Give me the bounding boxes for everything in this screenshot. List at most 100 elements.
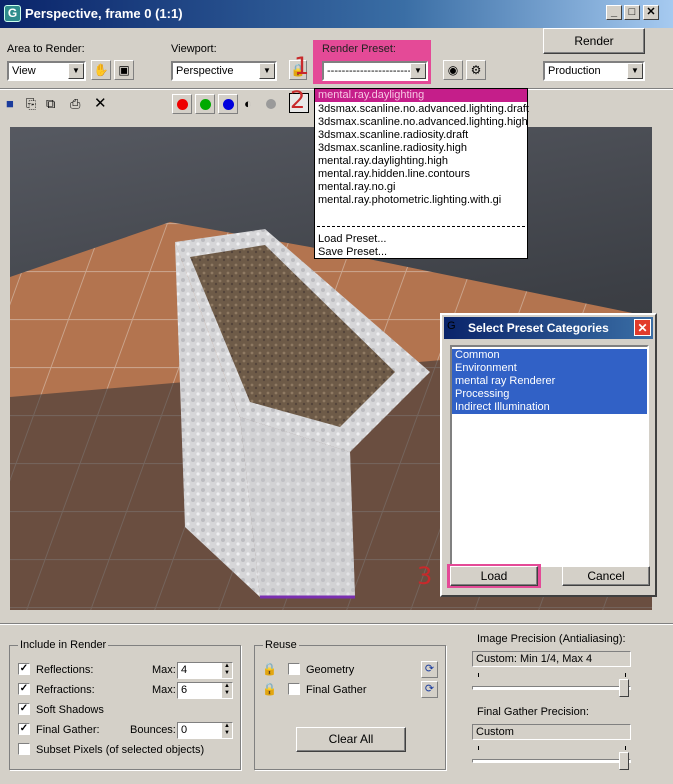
area-to-render-select[interactable]: View ▼ bbox=[7, 61, 86, 81]
region-hand-icon[interactable]: ✋ bbox=[91, 60, 111, 80]
render-preset-dropdown[interactable]: mental.ray.daylighting 3dsmax.scanline.n… bbox=[314, 88, 529, 259]
select-preset-categories-dialog: G Select Preset Categories ✕ Common Envi… bbox=[440, 313, 657, 597]
panel-divider bbox=[0, 623, 673, 625]
render-preset-label: Render Preset: bbox=[322, 43, 396, 55]
dialog-close-icon[interactable]: ✕ bbox=[634, 319, 651, 336]
clone-frame-icon[interactable]: ⧉ bbox=[46, 97, 55, 111]
green-channel-toggle[interactable] bbox=[195, 94, 215, 114]
geometry-checkbox[interactable] bbox=[288, 663, 300, 675]
final-gather-precision-ticks bbox=[478, 746, 626, 750]
refractions-max-spinner[interactable]: 6 ▲ ▼ bbox=[177, 682, 233, 699]
production-value: Production bbox=[548, 65, 601, 77]
close-button[interactable]: ✕ bbox=[643, 5, 659, 20]
geometry-label: Geometry bbox=[306, 664, 355, 676]
refresh-geometry-icon[interactable]: ⟳ bbox=[421, 661, 438, 678]
categories-list[interactable]: Common Environment mental ray Renderer P… bbox=[450, 345, 649, 567]
spinner-arrows-icon: ▲ ▼ bbox=[222, 723, 232, 738]
render-button[interactable]: Render bbox=[543, 28, 645, 54]
image-precision-slider-thumb[interactable] bbox=[619, 679, 629, 697]
image-precision-field[interactable]: Custom: Min 1/4, Max 4 bbox=[472, 651, 631, 667]
image-precision-slider[interactable] bbox=[472, 686, 631, 690]
subset-pixels-checkbox[interactable] bbox=[18, 743, 30, 755]
reflections-max-spinner[interactable]: 4 ▲ ▼ bbox=[177, 662, 233, 679]
category-item[interactable]: Indirect Illumination bbox=[452, 401, 647, 414]
category-item[interactable]: Processing bbox=[452, 388, 647, 401]
reflections-checkbox[interactable]: ✓ bbox=[18, 663, 30, 675]
dialog-title: Select Preset Categories bbox=[468, 321, 609, 335]
category-item[interactable]: Common bbox=[452, 349, 647, 362]
environment-icon[interactable]: ◉ bbox=[443, 60, 463, 80]
image-precision-ticks bbox=[478, 673, 626, 677]
area-to-render-value: View bbox=[12, 65, 36, 77]
viewport-label: Viewport: bbox=[171, 43, 217, 55]
refractions-max-value: 6 bbox=[181, 684, 188, 696]
final-gather-precision-slider-thumb[interactable] bbox=[619, 752, 629, 770]
category-item[interactable]: Environment bbox=[452, 362, 647, 375]
preset-option[interactable]: 3dsmax.scanline.no.advanced.lighting.hig… bbox=[318, 116, 528, 128]
alpha-channel-icon[interactable]: ◐ bbox=[244, 97, 252, 111]
load-preset-item[interactable]: Load Preset... bbox=[318, 233, 387, 245]
window-title: Perspective, frame 0 (1:1) bbox=[25, 6, 183, 21]
include-in-render-label: Include in Render bbox=[18, 639, 109, 651]
chevron-down-icon: ▼ bbox=[259, 63, 275, 79]
render-setup-icon[interactable]: ⚙ bbox=[466, 60, 486, 80]
chevron-down-icon: ▼ bbox=[410, 63, 426, 79]
final-gather-checkbox[interactable]: ✓ bbox=[18, 723, 30, 735]
mono-channel-icon[interactable] bbox=[266, 99, 276, 109]
final-gather-precision-value: Custom bbox=[476, 726, 514, 738]
dialog-title-bar: G Select Preset Categories ✕ bbox=[444, 317, 653, 339]
preset-option[interactable]: mental.ray.no.gi bbox=[318, 181, 395, 193]
preset-option[interactable]: 3dsmax.scanline.radiosity.draft bbox=[318, 129, 468, 141]
final-gather-label: Final Gather: bbox=[36, 724, 100, 736]
reuse-final-gather-label: Final Gather bbox=[306, 684, 367, 696]
step-3-marker: 3 bbox=[417, 562, 433, 590]
subset-pixels-label: Subset Pixels (of selected objects) bbox=[36, 744, 205, 756]
category-item[interactable]: mental ray Renderer bbox=[452, 375, 647, 388]
preset-option[interactable]: 3dsmax.scanline.no.advanced.lighting.dra… bbox=[318, 103, 529, 115]
title-bar: G Perspective, frame 0 (1:1) _ □ ✕ bbox=[0, 0, 673, 28]
production-select[interactable]: Production ▼ bbox=[543, 61, 645, 81]
image-precision-value: Custom: Min 1/4, Max 4 bbox=[476, 653, 593, 665]
cancel-button[interactable]: Cancel bbox=[562, 566, 650, 586]
blue-channel-toggle[interactable] bbox=[218, 94, 238, 114]
soft-shadows-label: Soft Shadows bbox=[36, 704, 104, 716]
dialog-app-icon: G bbox=[447, 320, 456, 332]
bounces-label: Bounces: bbox=[130, 724, 176, 736]
bounces-spinner[interactable]: 0 ▲ ▼ bbox=[177, 722, 233, 739]
lock-icon[interactable]: 🔒 bbox=[262, 682, 278, 698]
reuse-final-gather-checkbox[interactable] bbox=[288, 683, 300, 695]
maximize-button[interactable]: □ bbox=[624, 5, 640, 20]
app-icon: G bbox=[4, 5, 21, 22]
region-frame-icon[interactable]: ▣ bbox=[114, 60, 134, 80]
refresh-final-gather-icon[interactable]: ⟳ bbox=[421, 681, 438, 698]
preset-option[interactable]: mental.ray.daylighting.high bbox=[318, 155, 448, 167]
save-preset-item[interactable]: Save Preset... bbox=[318, 246, 387, 258]
render-preset-select[interactable]: ------------------------ ▼ bbox=[322, 61, 428, 81]
load-button[interactable]: Load bbox=[450, 566, 538, 586]
final-gather-precision-slider[interactable] bbox=[472, 759, 631, 763]
spinner-arrows-icon: ▲ ▼ bbox=[222, 663, 232, 678]
refractions-checkbox[interactable]: ✓ bbox=[18, 683, 30, 695]
final-gather-precision-field[interactable]: Custom bbox=[472, 724, 631, 740]
soft-shadows-checkbox[interactable]: ✓ bbox=[18, 703, 30, 715]
lock-icon[interactable]: 🔒 bbox=[262, 662, 278, 678]
spinner-arrows-icon: ▲ ▼ bbox=[222, 683, 232, 698]
minimize-button[interactable]: _ bbox=[606, 5, 622, 20]
copy-image-icon[interactable]: ⎘ bbox=[26, 97, 36, 111]
render-preset-value: ------------------------ bbox=[327, 65, 415, 77]
reuse-label: Reuse bbox=[263, 639, 299, 651]
clear-icon[interactable]: ✕ bbox=[94, 96, 107, 111]
print-icon[interactable]: ⎙ bbox=[70, 97, 80, 111]
chevron-down-icon: ▼ bbox=[627, 63, 643, 79]
red-channel-toggle[interactable] bbox=[172, 94, 192, 114]
preset-option[interactable]: mental.ray.hidden.line.contours bbox=[318, 168, 470, 180]
viewport-select[interactable]: Perspective ▼ bbox=[171, 61, 277, 81]
preset-option[interactable]: 3dsmax.scanline.radiosity.high bbox=[318, 142, 467, 154]
save-image-icon[interactable]: ■ bbox=[6, 97, 14, 111]
clear-all-button[interactable]: Clear All bbox=[296, 727, 406, 752]
reflections-max-label: Max: bbox=[152, 664, 176, 676]
area-to-render-label: Area to Render: bbox=[7, 43, 85, 55]
selected-preset-row[interactable]: mental.ray.daylighting bbox=[315, 89, 527, 102]
menu-separator bbox=[317, 226, 525, 227]
preset-option[interactable]: mental.ray.photometric.lighting.with.gi bbox=[318, 194, 501, 206]
